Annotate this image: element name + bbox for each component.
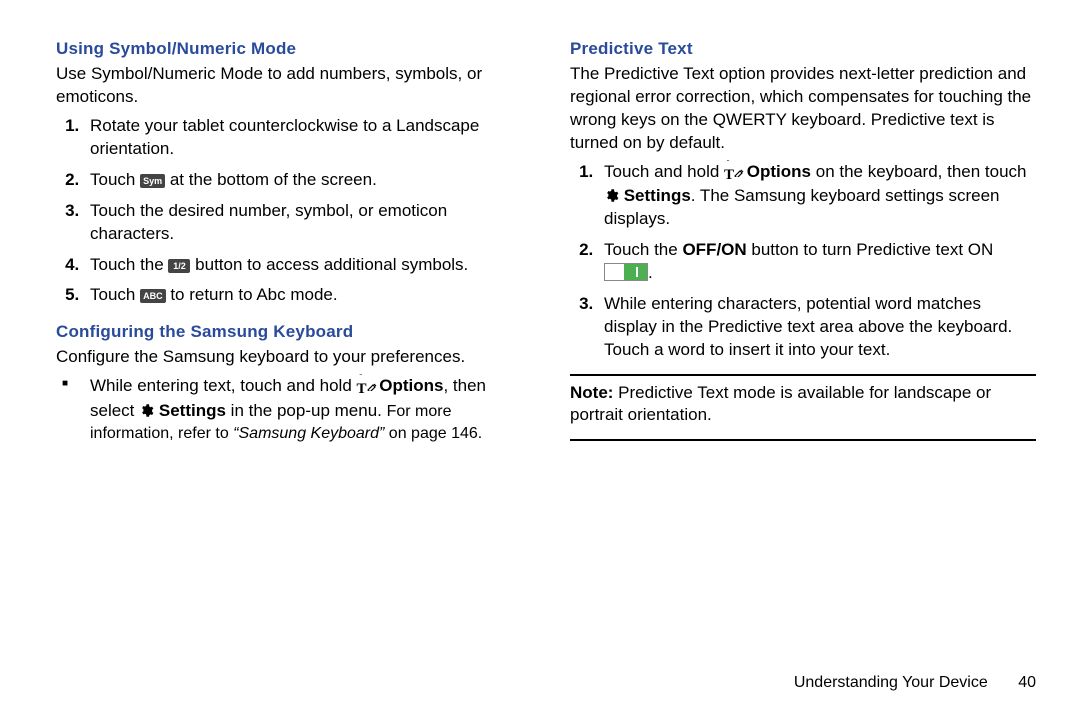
page-footer: Understanding Your Device 40 — [794, 672, 1036, 694]
text: Touch the — [90, 255, 168, 274]
heading-predictive-text: Predictive Text — [570, 38, 1036, 61]
text: button to turn Predictive text ON — [747, 240, 994, 259]
text: Touch and hold — [604, 162, 724, 181]
text: on the keyboard, then touch — [811, 162, 1027, 181]
list-sym-steps: Rotate your tablet counterclockwise to a… — [56, 115, 522, 308]
options-icon: T¨ — [724, 165, 742, 185]
text: Touch the — [604, 240, 682, 259]
label-off-on: OFF/ON — [682, 240, 746, 259]
gear-icon — [604, 188, 619, 203]
text: Touch — [90, 170, 140, 189]
reference-link: “Samsung Keyboard” — [233, 425, 384, 442]
text: Touch — [90, 285, 140, 304]
keycap-sym: Sym — [140, 174, 165, 188]
sym-step-3: Touch the desired number, symbol, or emo… — [84, 200, 522, 246]
divider — [570, 374, 1036, 376]
sym-step-2: Touch Sym at the bottom of the screen. — [84, 169, 522, 192]
list-cfg: While entering text, touch and hold T¨ O… — [56, 375, 522, 445]
heading-configure-keyboard: Configuring the Samsung Keyboard — [56, 321, 522, 344]
cfg-bullet: While entering text, touch and hold T¨ O… — [84, 375, 522, 445]
text: to return to Abc mode. — [166, 285, 338, 304]
options-icon: T¨ — [357, 379, 375, 399]
note-label: Note: — [570, 383, 613, 402]
text: While entering text, touch and hold — [90, 376, 357, 395]
pt-step-2: Touch the OFF/ON button to turn Predicti… — [598, 239, 1036, 285]
gear-icon — [139, 403, 154, 418]
para-pt-intro: The Predictive Text option provides next… — [570, 63, 1036, 155]
label-options: Options — [742, 162, 811, 181]
label-options: Options — [375, 376, 444, 395]
keycap-abc: ABC — [140, 289, 166, 303]
text: on page 146. — [384, 425, 482, 442]
toggle-on-icon — [604, 263, 648, 281]
pt-step-3: While entering characters, potential wor… — [598, 293, 1036, 362]
footer-section: Understanding Your Device — [794, 674, 988, 691]
note-block: Note: Predictive Text mode is available … — [570, 374, 1036, 442]
text: . — [648, 263, 653, 282]
text: in the pop-up menu. — [226, 401, 387, 420]
heading-symbolic-mode: Using Symbol/Numeric Mode — [56, 38, 522, 61]
pt-step-1: Touch and hold T¨ Options on the keyboar… — [598, 161, 1036, 231]
note-body: Predictive Text mode is available for la… — [570, 383, 991, 425]
text: button to access additional symbols. — [190, 255, 468, 274]
label-settings: Settings — [154, 401, 226, 420]
page-number: 40 — [1018, 672, 1036, 694]
sym-step-4: Touch the 1/2 button to access additiona… — [84, 254, 522, 277]
text: at the bottom of the screen. — [165, 170, 377, 189]
label-settings: Settings — [619, 186, 691, 205]
sym-step-5: Touch ABC to return to Abc mode. — [84, 284, 522, 307]
divider — [570, 439, 1036, 441]
para-cfg-intro: Configure the Samsung keyboard to your p… — [56, 346, 522, 369]
keycap-1-2: 1/2 — [168, 259, 190, 273]
para-sym-intro: Use Symbol/Numeric Mode to add numbers, … — [56, 63, 522, 109]
sym-step-1: Rotate your tablet counterclockwise to a… — [84, 115, 522, 161]
list-pt-steps: Touch and hold T¨ Options on the keyboar… — [570, 161, 1036, 362]
note-text: Note: Predictive Text mode is available … — [570, 382, 1036, 428]
